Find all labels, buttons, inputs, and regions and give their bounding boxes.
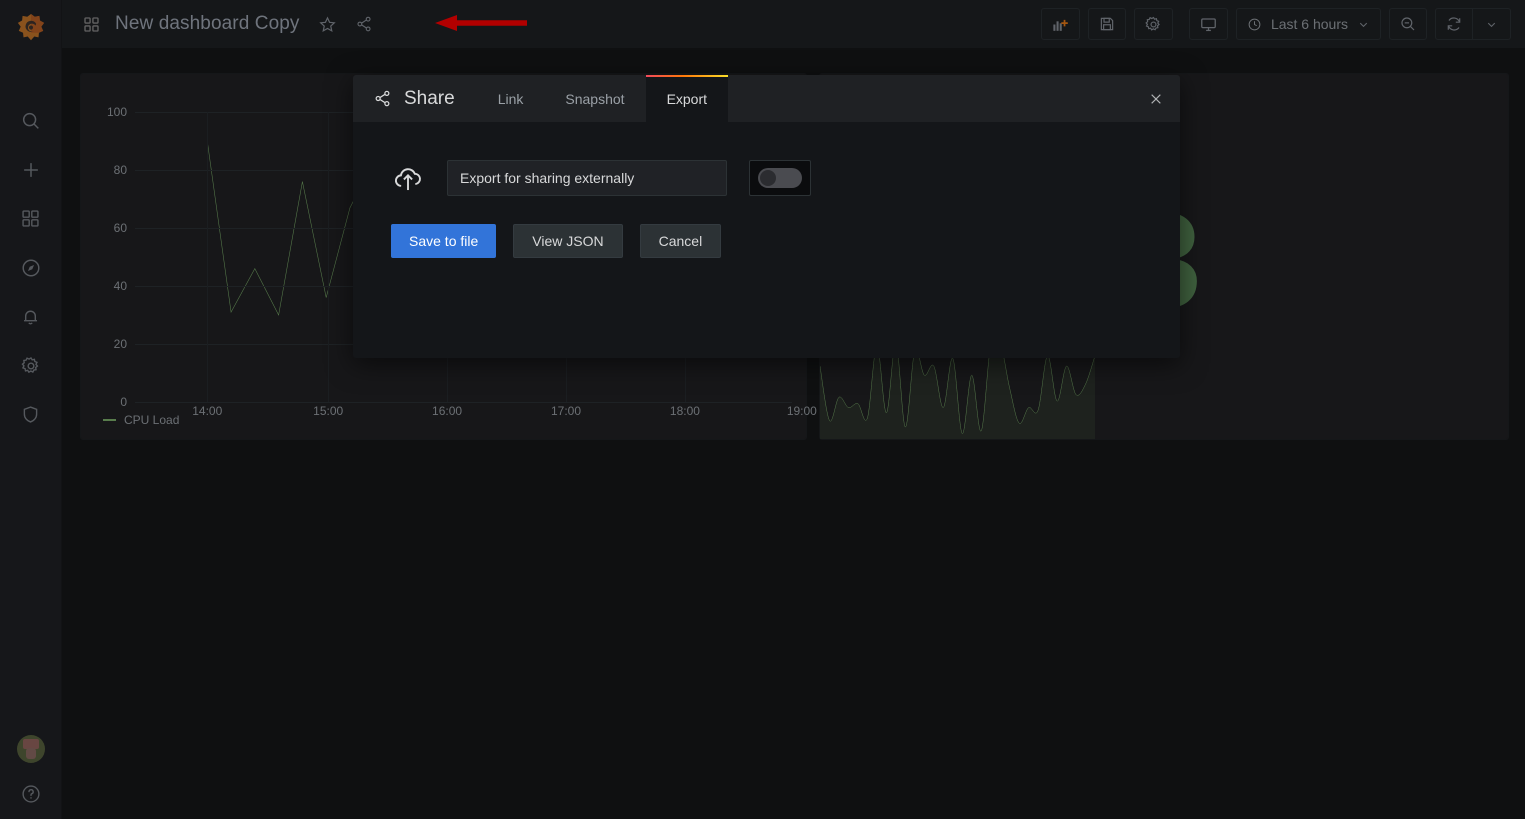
modal-header: Share Link Snapshot Export [353,75,1180,122]
tab-snapshot[interactable]: Snapshot [544,75,645,122]
toggle-knob [760,170,776,186]
tab-export[interactable]: Export [645,75,729,122]
modal-title: Share [404,87,455,109]
toggle-track [758,168,802,188]
close-icon[interactable] [1132,75,1180,122]
tab-link[interactable]: Link [477,75,545,122]
cancel-button[interactable]: Cancel [639,224,722,258]
save-to-file-button[interactable]: Save to file [391,224,497,258]
grafana-app: New dashboard Copy Last 6 hours 100 80 6… [0,0,1525,819]
modal-button-row: Save to file View JSON Cancel [391,224,1180,258]
export-form-row: Export for sharing externally [391,160,1180,196]
share-icon [373,89,392,108]
export-external-label: Export for sharing externally [447,160,727,196]
cloud-upload-icon [391,161,425,195]
export-external-toggle[interactable] [749,160,811,196]
view-json-button[interactable]: View JSON [513,224,623,258]
modal-body: Export for sharing externally Save to fi… [353,122,1180,258]
modal-title-group: Share [353,75,477,122]
share-modal: Share Link Snapshot Export Export for sh… [353,75,1180,358]
